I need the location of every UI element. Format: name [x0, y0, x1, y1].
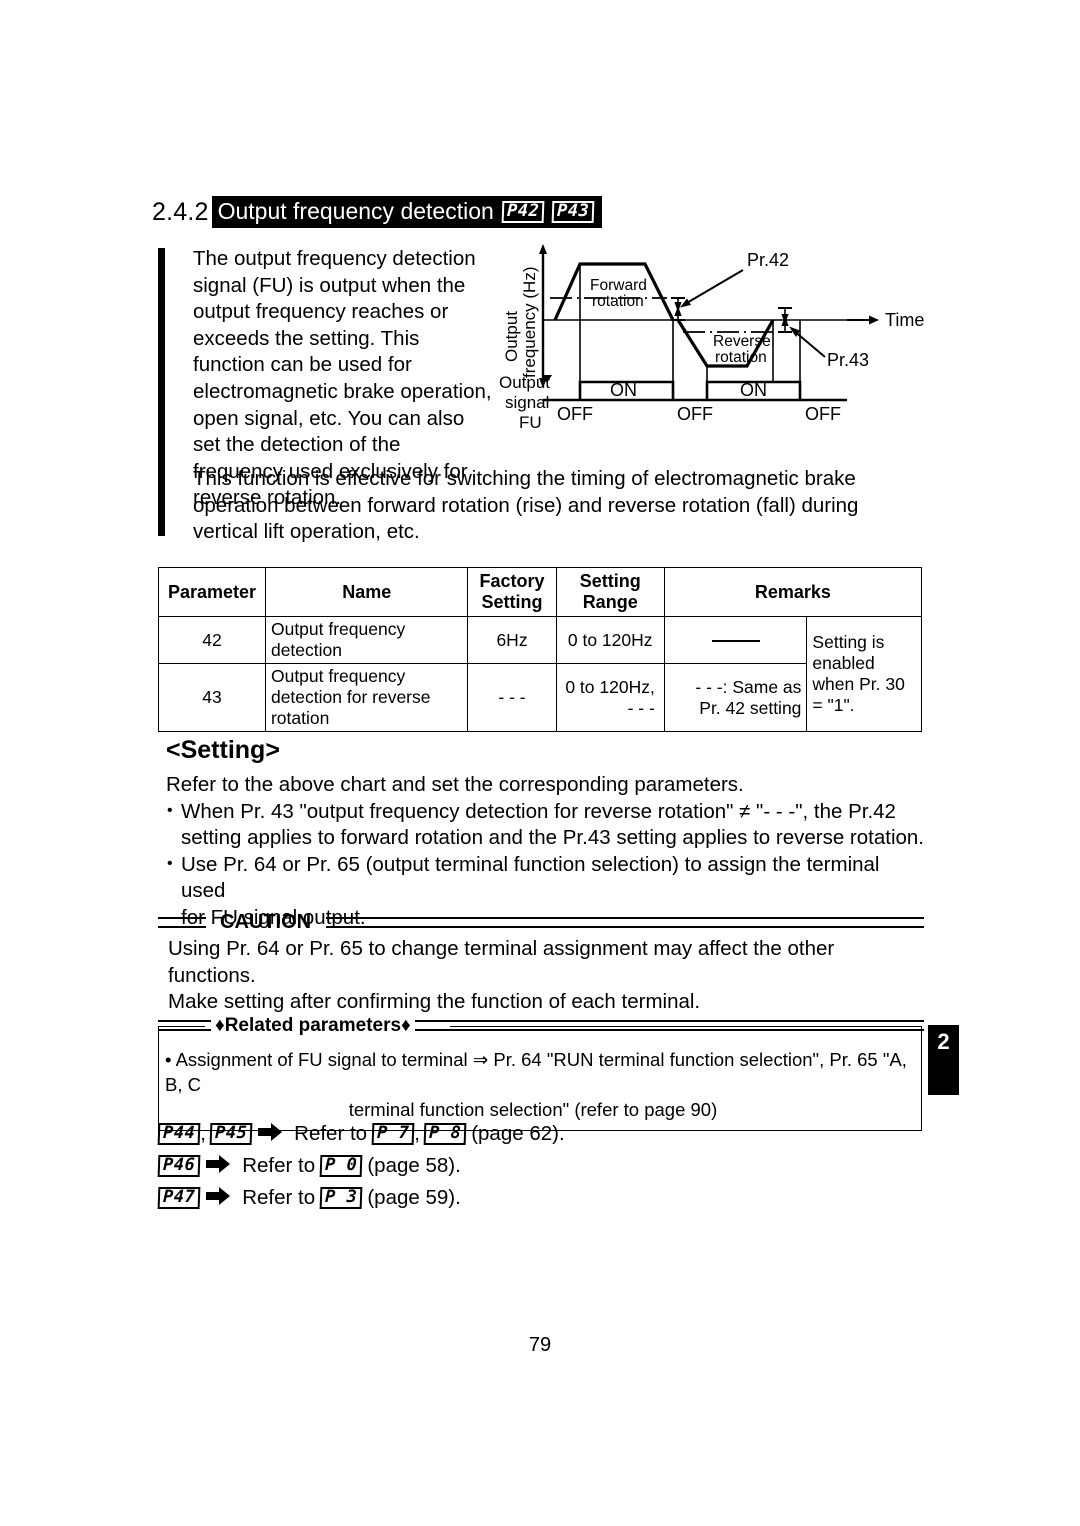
reference-line-2: P46 Refer to P 0 (page 58).: [157, 1150, 570, 1182]
signal-label-line2: signal: [505, 393, 549, 412]
cell-factory-42: 6Hz: [467, 616, 557, 664]
cell-name-42: Output frequency detection: [264, 616, 469, 664]
col-header-factory-setting: Factory Setting: [467, 567, 557, 617]
setting-lead: Refer to the above chart and set the cor…: [166, 773, 744, 796]
manual-page: 2.4.2 Output frequency detection P42 P43…: [0, 0, 1080, 1526]
setting-body: Refer to the above chart and set the cor…: [166, 772, 926, 931]
timing-diagram: Output frequency (Hz) Output signal FU F…: [495, 242, 925, 432]
forward-rotation-label-line2: rotation: [592, 293, 644, 310]
related-parameters-box: ♦Related parameters♦ • Assignment of FU …: [158, 1015, 922, 1131]
timing-diagram-svg: Output frequency (Hz) Output signal FU F…: [499, 244, 924, 432]
page-reference: (page 58).: [367, 1154, 461, 1177]
param-chip-p44: P44: [157, 1123, 201, 1145]
comma-separator: ,: [414, 1122, 420, 1145]
param-chip-p46: P46: [157, 1155, 201, 1177]
reverse-rotation-label-line2: rotation: [715, 349, 767, 366]
page-reference: (page 59).: [367, 1186, 461, 1209]
caution-label: CAUTION: [220, 911, 312, 933]
parameter-table: Parameter Name Factory Setting Setting R…: [158, 567, 923, 732]
section-number: 2.4.2: [152, 197, 209, 226]
caution-rule-left: [158, 916, 206, 928]
signal-label-line3: FU: [519, 413, 542, 432]
reference-line-3: P47 Refer to P 3 (page 59).: [157, 1182, 570, 1214]
related-parameters-title: ♦Related parameters♦: [211, 1015, 415, 1037]
target-chip-p0: P 0: [319, 1155, 363, 1177]
reverse-rotation-label-line1: Reverse: [713, 333, 771, 350]
param-chip-p42: P42: [501, 200, 545, 223]
cell-range-43: 0 to 120Hz, - - -: [555, 663, 665, 732]
state-label-off-1: OFF: [557, 404, 593, 424]
y-axis-label-line1: Output: [502, 311, 521, 362]
chapter-tab: 2: [928, 1025, 959, 1095]
related-box-top-rule: ♦Related parameters♦: [159, 1015, 921, 1038]
col-header-remarks: Remarks: [663, 567, 923, 617]
target-chip-p8: P 8: [423, 1123, 467, 1145]
cell-remark-a-42: [663, 616, 808, 664]
param-chip-p43: P43: [551, 200, 595, 223]
cell-parameter-43: 43: [158, 663, 266, 732]
time-axis-label: Time: [885, 310, 924, 330]
caution-rule-right: [326, 916, 924, 928]
related-parameters-body: • Assignment of FU signal to terminal ⇒ …: [165, 1049, 907, 1120]
page-number: 79: [528, 1334, 552, 1356]
refer-to-text: Refer to: [242, 1154, 316, 1177]
right-arrow-icon: [206, 1187, 231, 1211]
state-label-on-1: ON: [610, 380, 637, 400]
right-arrow-icon: [206, 1155, 231, 1179]
change-bar: [158, 248, 165, 536]
pr43-callout: Pr.43: [827, 350, 869, 370]
refer-to-text: Refer to: [294, 1122, 368, 1145]
pr42-callout: Pr.42: [747, 250, 789, 270]
cell-remark-a-43: - - -: Same as Pr. 42 setting: [663, 663, 808, 732]
setting-bullet-1: When Pr. 43 "output frequency detection …: [166, 798, 926, 852]
cell-range-42: 0 to 120Hz: [555, 616, 665, 664]
y-axis-label-line2: frequency (Hz): [520, 267, 539, 378]
setting-heading: <Setting>: [166, 736, 280, 764]
caution-body: Using Pr. 64 or Pr. 65 to change termina…: [168, 937, 835, 1013]
reference-list: P44 , P45 Refer to P 7 , P 8 (page 62). …: [157, 1118, 570, 1214]
state-label-on-2: ON: [740, 380, 767, 400]
forward-rotation-label-line1: Forward: [590, 277, 647, 294]
table-row: 42 Output frequency detection 6Hz 0 to 1…: [158, 616, 922, 732]
param-chip-p47: P47: [157, 1187, 201, 1209]
cell-parameter-42: 42: [158, 616, 266, 664]
col-header-name: Name: [264, 567, 469, 617]
em-dash-rule: [711, 639, 760, 642]
param-chip-p45: P45: [209, 1123, 253, 1145]
cell-factory-43: - - -: [467, 663, 557, 732]
right-arrow-icon: [258, 1123, 283, 1147]
table-header-row: Parameter Name Factory Setting Setting R…: [158, 567, 923, 617]
page-reference: (page 62).: [471, 1122, 565, 1145]
cell-name-43: Output frequency detection for reverse r…: [264, 663, 469, 732]
state-label-off-3: OFF: [805, 404, 841, 424]
caution-rule-top: CAUTION: [158, 912, 924, 932]
col-header-setting-range: Setting Range: [555, 567, 665, 617]
col-header-parameter: Parameter: [158, 567, 266, 617]
target-chip-p7: P 7: [371, 1123, 415, 1145]
refer-to-text: Refer to: [242, 1186, 316, 1209]
section-heading: 2.4.2 Output frequency detection P42 P43: [152, 196, 603, 228]
heading-black-bar: Output frequency detection P42 P43: [211, 196, 603, 228]
caution-block: CAUTION Using Pr. 64 or Pr. 65 to change…: [158, 912, 924, 1031]
comma-separator: ,: [200, 1122, 206, 1145]
intro-paragraph-wide: This function is effective for switching…: [193, 467, 859, 544]
cell-remark-merged: Setting is enabled when Pr. 30 = "1".: [806, 616, 922, 732]
state-label-off-2: OFF: [677, 404, 713, 424]
target-chip-p3: P 3: [319, 1187, 363, 1209]
reference-line-1: P44 , P45 Refer to P 7 , P 8 (page 62).: [157, 1118, 570, 1150]
page-title: Output frequency detection: [217, 198, 494, 224]
